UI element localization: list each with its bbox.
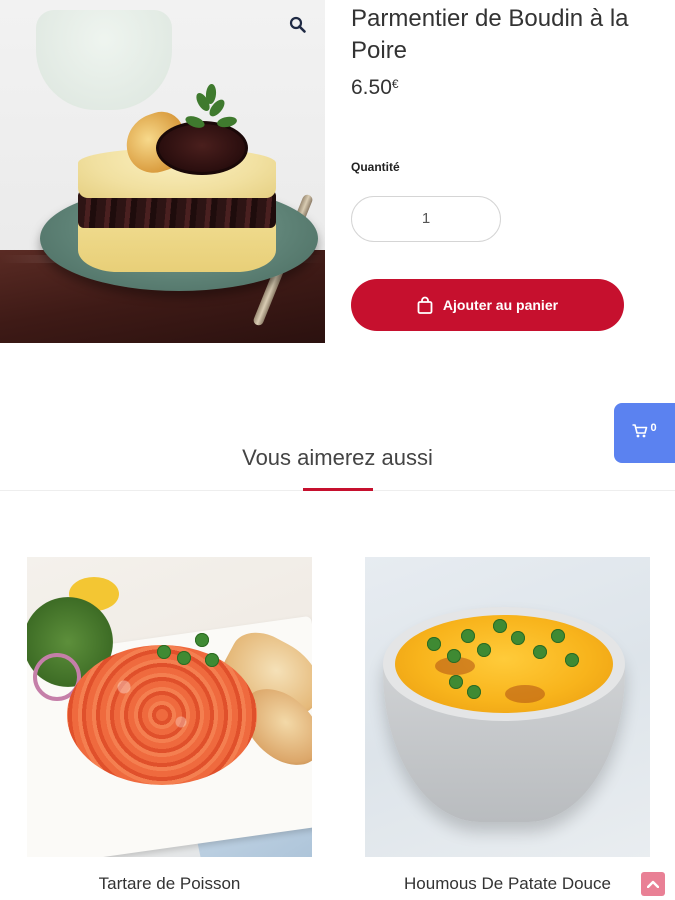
- price-amount: 6.50: [351, 76, 392, 99]
- related-item-image-houmous[interactable]: [365, 557, 650, 857]
- related-item-title[interactable]: Tartare de Poisson: [27, 874, 312, 894]
- chevron-up-icon: [646, 875, 660, 893]
- related-item-title[interactable]: Houmous De Patate Douce: [365, 874, 650, 894]
- tartare: [67, 645, 257, 785]
- spice: [505, 685, 545, 703]
- quantity-input[interactable]: 1: [351, 196, 501, 242]
- product-title: Parmentier de Boudin à la Poire: [351, 5, 629, 64]
- product-price: 6.50€: [351, 76, 399, 100]
- herb: [565, 653, 579, 667]
- boudin-slice: [156, 121, 248, 175]
- herb: [449, 675, 463, 689]
- add-to-cart-label: Ajouter au panier: [442, 297, 559, 313]
- herb: [551, 629, 565, 643]
- herb: [511, 631, 525, 645]
- shopping-bag-icon: [417, 296, 433, 314]
- herb: [427, 637, 441, 651]
- heading-underline: [303, 488, 373, 491]
- herb: [447, 649, 461, 663]
- herb: [533, 645, 547, 659]
- herb: [205, 653, 219, 667]
- herb: [177, 651, 191, 665]
- add-to-cart-button[interactable]: Ajouter au panier: [351, 279, 624, 331]
- herb: [216, 115, 238, 129]
- herb: [461, 629, 475, 643]
- zoom-icon[interactable]: [288, 15, 308, 35]
- quantity-label: Quantité: [351, 160, 400, 174]
- price-currency: €: [391, 77, 399, 91]
- background-bowl: [36, 10, 172, 110]
- product-image[interactable]: [0, 0, 325, 343]
- herb: [195, 633, 209, 647]
- cart-icon: [632, 423, 648, 443]
- related-item-image-tartare[interactable]: [27, 557, 312, 857]
- related-heading: Vous aimerez aussi: [242, 445, 433, 470]
- scroll-to-top-button[interactable]: [641, 872, 665, 896]
- herb: [477, 643, 491, 657]
- herb: [493, 619, 507, 633]
- herb: [157, 645, 171, 659]
- herb: [467, 685, 481, 699]
- cart-count: 0: [650, 422, 657, 434]
